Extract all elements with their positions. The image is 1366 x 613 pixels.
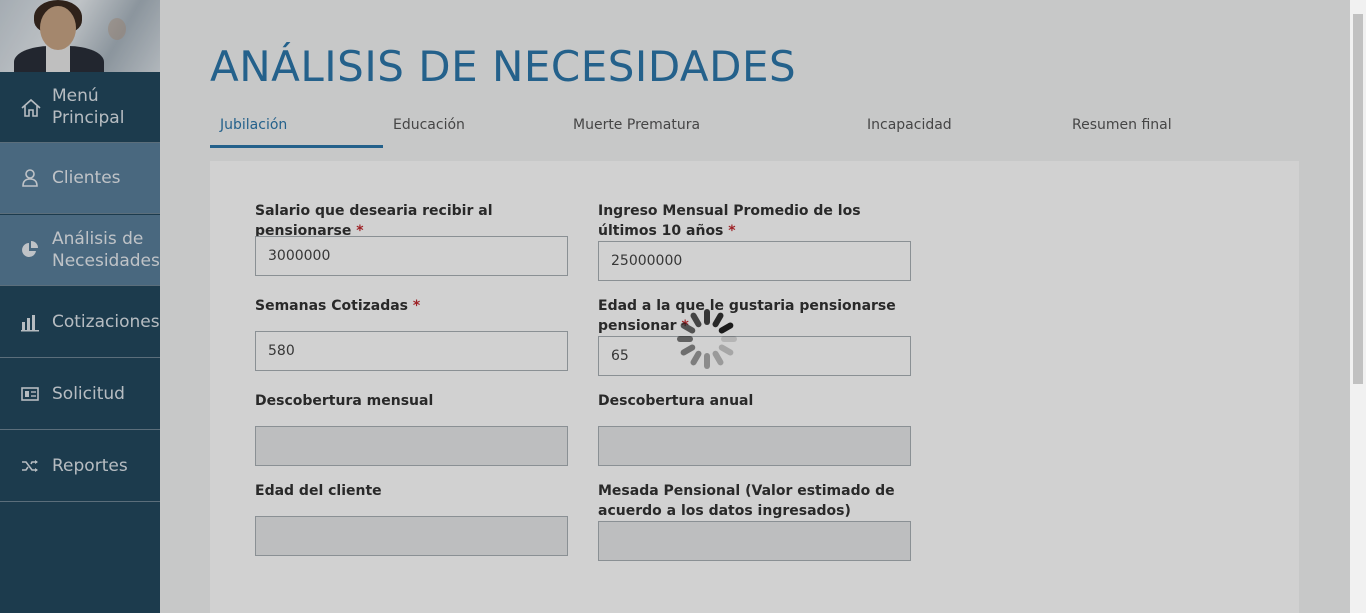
spinner-segment (689, 349, 703, 367)
spinner-segment (717, 321, 735, 335)
scrollbar-thumb[interactable] (1353, 14, 1363, 384)
spinner-segment (711, 349, 725, 367)
spinner-segment (717, 343, 735, 357)
spinner-segment (704, 353, 710, 369)
spinner-segment (704, 309, 710, 325)
spinner-segment (721, 336, 737, 342)
spinner-segment (677, 336, 693, 342)
loading-overlay (0, 0, 1350, 613)
loading-spinner-icon (675, 307, 739, 371)
vertical-scrollbar[interactable] (1350, 0, 1366, 613)
